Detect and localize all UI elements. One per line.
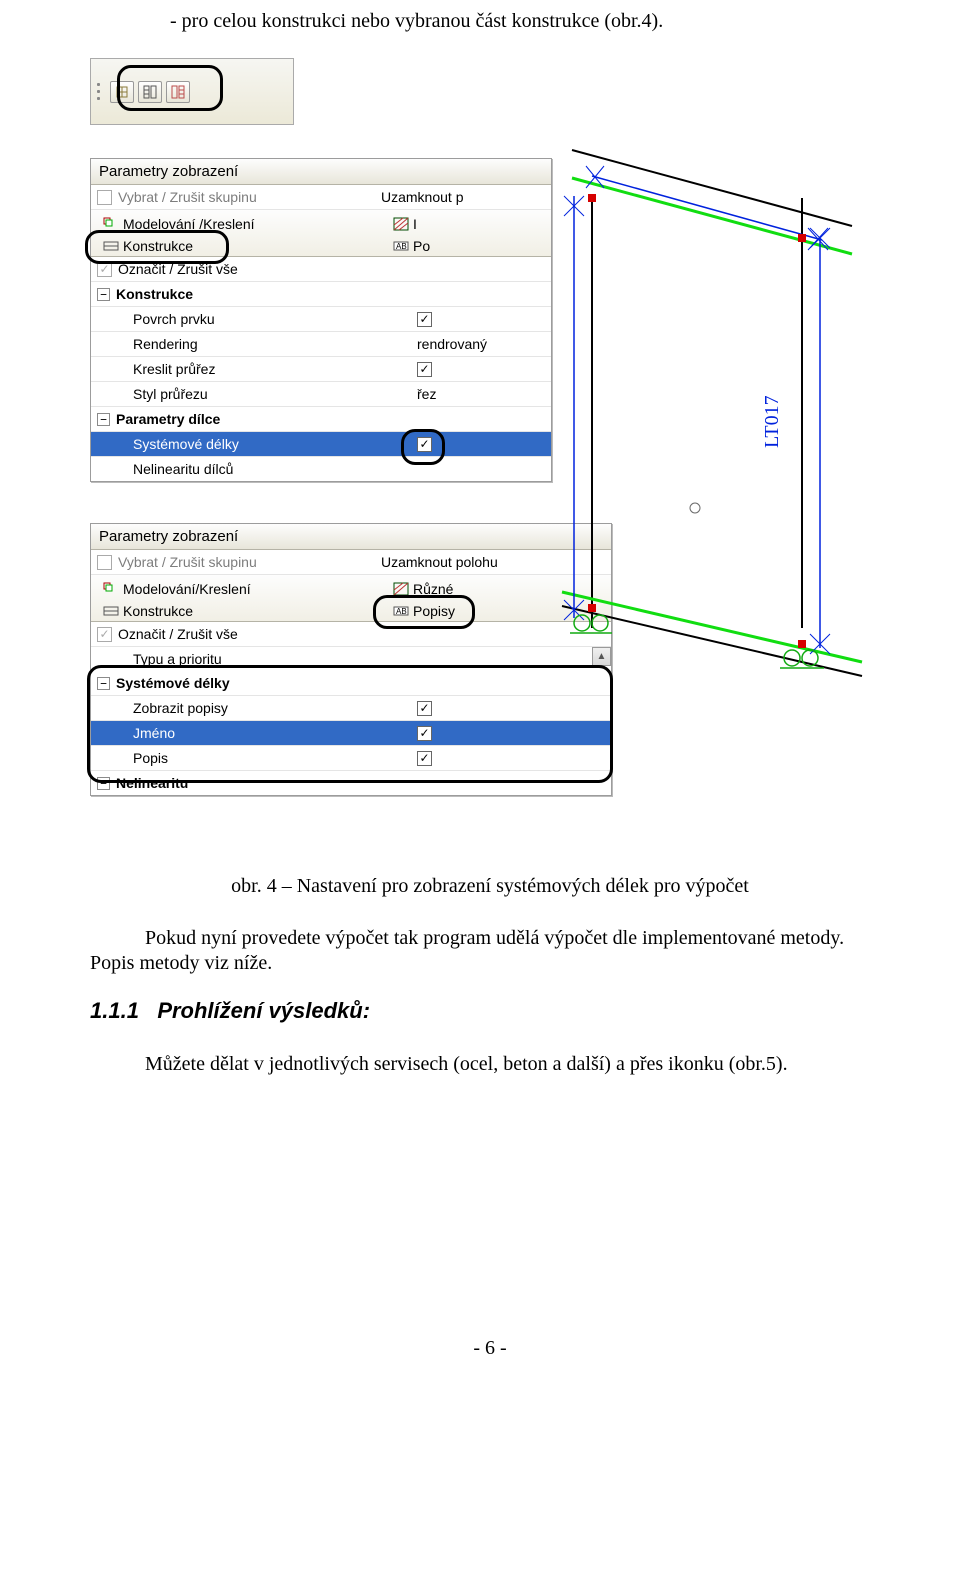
panel-2-tabs: Modelování/Kreslení Konstrukce <box>91 575 611 622</box>
checkbox-mark-all[interactable] <box>97 262 112 277</box>
paragraph-2: Můžete dělat v jednotlivých servisech (o… <box>90 1052 890 1077</box>
svg-text:AB: AB <box>396 607 407 616</box>
group-toggle-label: Vybrat / Zrušit skupinu <box>118 189 257 205</box>
value-styl: řez <box>417 386 436 402</box>
selected-row-jmeno[interactable]: Jméno <box>91 721 611 746</box>
section-heading: 1.1.1 Prohlížení výsledků: <box>90 998 890 1024</box>
figure-caption: obr. 4 – Nastavení pro zobrazení systémo… <box>90 875 890 898</box>
row-zobrazit-popisy: Zobrazit popisy <box>133 700 228 716</box>
konstrukce-icon <box>103 239 119 253</box>
selected-row-sys-delky[interactable]: Systémové délky <box>91 432 551 457</box>
toolbar-figure <box>90 58 294 125</box>
structure-icon <box>115 85 129 99</box>
toolbar-button-3[interactable] <box>166 81 190 103</box>
row-kreslit: Kreslit průřez <box>133 361 215 377</box>
group-nelinearity: Nelinearitu <box>116 775 188 791</box>
group-dilce: Parametry dílce <box>116 411 220 427</box>
row-rendering: Rendering <box>133 336 198 352</box>
svg-text:AB: AB <box>396 242 407 251</box>
checkbox-povrch[interactable] <box>417 312 432 327</box>
structural-drawing: LT017 <box>552 138 872 678</box>
hatch-icon <box>393 217 409 231</box>
modeling-icon-2 <box>103 582 119 596</box>
row-typ-priority: Typu a prioritu <box>133 651 222 667</box>
hatch-icon-2 <box>393 582 409 596</box>
tab-popisy[interactable]: AB Popisy <box>385 601 463 621</box>
heading-number: 1.1.1 <box>90 998 139 1023</box>
row-styl: Styl průřezu <box>133 386 208 402</box>
mark-all-label: Označit / Zrušit vše <box>118 261 238 277</box>
panel-alt-icon <box>171 85 185 99</box>
row-popis: Popis <box>133 750 168 766</box>
panel-icon <box>143 85 157 99</box>
tab-modeling-2[interactable]: Modelování/Kreslení <box>95 579 375 599</box>
figures-area: Parametry zobrazení Vybrat / Zrušit skup… <box>90 53 890 873</box>
value-rendering: rendrovaný <box>417 336 487 352</box>
row-povrch: Povrch prvku <box>133 311 215 327</box>
checkbox-group-toggle-2[interactable] <box>97 555 112 570</box>
svg-text:LT017: LT017 <box>761 395 783 448</box>
tab-ruzne[interactable]: Různé <box>385 579 463 599</box>
toolbar-button-2[interactable] <box>138 81 162 103</box>
page-number: - 6 - <box>90 1337 890 1360</box>
row-jmeno: Jméno <box>133 725 175 741</box>
checkbox-popis[interactable] <box>417 751 432 766</box>
panel-1-title: Parametry zobrazení <box>91 159 551 185</box>
row-sys-delky: Systémové délky <box>133 436 239 452</box>
toolbar-button-1[interactable] <box>110 81 134 103</box>
group-sys-delky: Systémové délky <box>116 675 230 691</box>
tab-modeling[interactable]: Modelování /Kreslení <box>95 214 375 234</box>
tab-konstrukce-2[interactable]: Konstrukce <box>95 601 375 621</box>
intro-line: - pro celou konstrukci nebo vybranou čás… <box>170 10 890 33</box>
tree-collapse-icon-4[interactable]: − <box>97 777 110 790</box>
tab-misc[interactable]: I <box>385 214 438 234</box>
tree-collapse-icon-3[interactable]: − <box>97 677 110 690</box>
tab-konstrukce[interactable]: Konstrukce <box>95 236 375 256</box>
panel-2-title: Parametry zobrazení <box>91 524 611 550</box>
modeling-icon <box>103 217 119 231</box>
panel-2: Parametry zobrazení Vybrat / Zrušit skup… <box>90 523 612 796</box>
label-icon-2: AB <box>393 604 409 618</box>
lock-label: Uzamknout p <box>377 189 551 205</box>
tree-collapse-icon[interactable]: − <box>97 288 110 301</box>
konstrukce-icon-2 <box>103 604 119 618</box>
panel-1-tabs: Modelování /Kreslení Konstrukce <box>91 210 551 257</box>
heading-text: Prohlížení výsledků: <box>157 998 370 1023</box>
checkbox-kreslit[interactable] <box>417 362 432 377</box>
panel-1: Parametry zobrazení Vybrat / Zrušit skup… <box>90 158 552 482</box>
row-nelinearity: Nelinearitu dílců <box>133 461 233 477</box>
paragraph-1: Pokud nyní provedete výpočet tak program… <box>90 926 890 976</box>
tab-po[interactable]: AB Po <box>385 236 438 256</box>
group-konstrukce: Konstrukce <box>116 286 193 302</box>
tree-collapse-icon-2[interactable]: − <box>97 413 110 426</box>
checkbox-group-toggle[interactable] <box>97 190 112 205</box>
checkbox-mark-all-2[interactable] <box>97 627 112 642</box>
mark-all-label-2: Označit / Zrušit vše <box>118 626 238 642</box>
group-toggle-label-2: Vybrat / Zrušit skupinu <box>118 554 257 570</box>
grip-handle-icon <box>97 81 102 103</box>
label-icon: AB <box>393 239 409 253</box>
checkbox-jmeno[interactable] <box>417 726 432 741</box>
checkbox-sys-delky[interactable] <box>417 437 432 452</box>
checkbox-zobrazit-popisy[interactable] <box>417 701 432 716</box>
